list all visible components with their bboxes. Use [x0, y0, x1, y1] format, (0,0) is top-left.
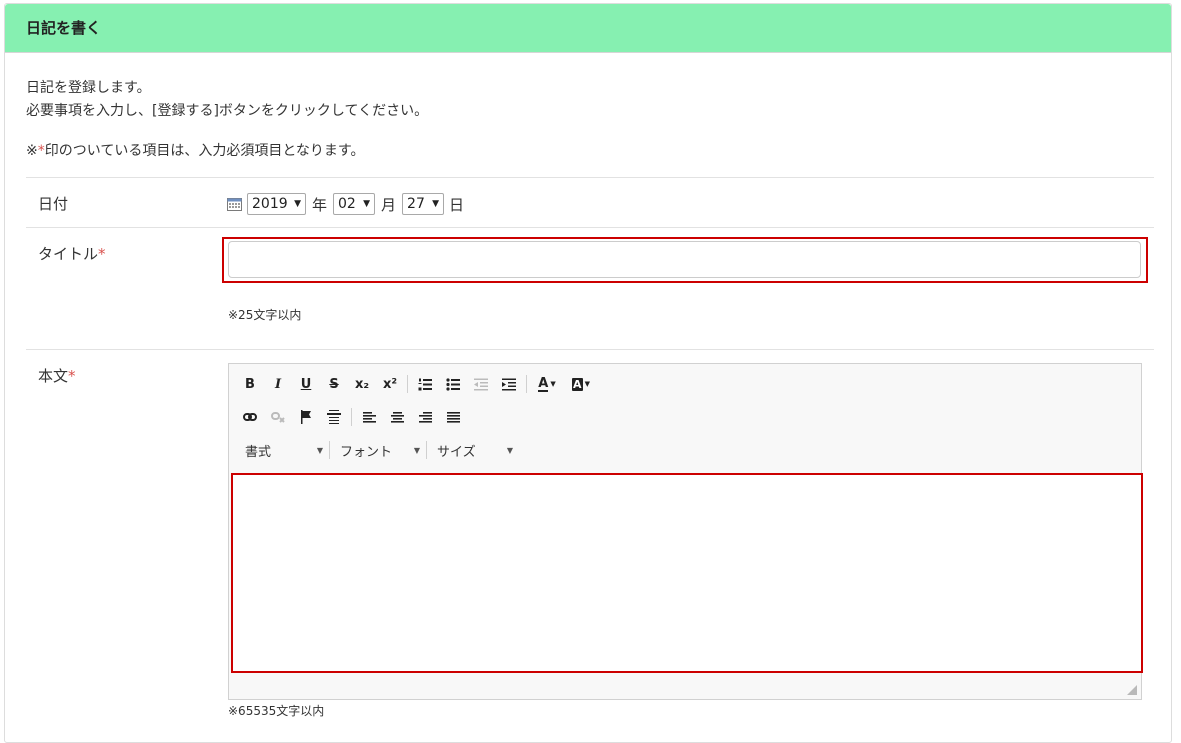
title-label-text: タイトル [38, 245, 99, 263]
year-select[interactable]: 2019 ▼ [247, 193, 306, 215]
chevron-down-icon: ▼ [316, 445, 323, 455]
bulleted-list-icon[interactable] [442, 373, 464, 395]
body-required-mark: * [68, 367, 76, 385]
link-icon[interactable] [239, 406, 261, 428]
font-combo-label: フォント [340, 444, 393, 460]
required-note: ※*印のついている項目は、入力必須項目となります。 [26, 140, 365, 160]
justify-icon[interactable] [442, 406, 464, 428]
italic-button[interactable]: I [267, 373, 289, 395]
background-color-letter: A [572, 377, 583, 391]
note-required-mark: * [37, 143, 45, 159]
month-select[interactable]: 02 ▼ [333, 193, 376, 215]
chevron-down-icon: ▼ [584, 380, 590, 388]
align-left-icon[interactable] [358, 406, 380, 428]
month-unit: 月 [381, 195, 397, 214]
size-combo-label: サイズ [437, 444, 476, 460]
toolbar-separator [426, 441, 427, 459]
outdent-icon[interactable] [470, 373, 492, 395]
numbered-list-icon[interactable] [414, 373, 436, 395]
chevron-down-icon: ▼ [550, 380, 556, 388]
rich-text-editor: B I U S x₂ x² A ▼ A ▼ 書式 ▼ フォント ▼ サイズ ▼ [228, 363, 1143, 700]
size-combo[interactable]: サイズ ▼ [431, 438, 517, 462]
superscript-button[interactable]: x² [379, 373, 401, 395]
strikethrough-button[interactable]: S [323, 373, 345, 395]
title-label: タイトル* [38, 243, 106, 264]
divider-top [26, 177, 1154, 178]
anchor-icon[interactable] [295, 406, 317, 428]
note-prefix: ※ [26, 143, 38, 159]
chevron-down-icon: ▼ [506, 445, 513, 455]
year-value: 2019 [252, 196, 288, 212]
background-color-button[interactable]: A ▼ [567, 373, 595, 395]
intro-line-2: 必要事項を入力し、[登録する]ボタンをクリックしてください。 [26, 103, 429, 119]
body-label: 本文* [38, 365, 76, 386]
toolbar-row-3: 書式 ▼ フォント ▼ サイズ ▼ [239, 438, 517, 462]
divider-date [26, 227, 1154, 228]
date-picker: 2019 ▼ 年 02 ▼ 月 27 ▼ 日 [227, 192, 470, 216]
calendar-icon[interactable] [227, 197, 242, 211]
bold-button[interactable]: B [239, 373, 261, 395]
text-color-letter: A [538, 375, 549, 392]
text-color-button[interactable]: A ▼ [533, 373, 561, 395]
body-label-text: 本文 [38, 367, 69, 385]
note-text: 印のついている項目は、入力必須項目となります。 [44, 143, 365, 159]
body-hint: ※65535文字以内 [228, 704, 325, 718]
title-required-mark: * [98, 245, 106, 263]
format-combo[interactable]: 書式 ▼ [239, 438, 327, 462]
resize-grip-icon[interactable] [1127, 685, 1137, 695]
intro-line-1: 日記を登録します。 [26, 80, 151, 96]
date-label: 日付 [38, 195, 69, 213]
toolbar-separator [351, 408, 352, 426]
day-value: 27 [407, 196, 425, 212]
font-combo[interactable]: フォント ▼ [334, 438, 424, 462]
divider-title [26, 349, 1154, 350]
chevron-down-icon: ▼ [432, 199, 440, 209]
day-select[interactable]: 27 ▼ [402, 193, 445, 215]
year-unit: 年 [312, 195, 328, 214]
panel-title: 日記を書く [5, 4, 1171, 53]
diary-panel: 日記を書く 日記を登録します。 必要事項を入力し、[登録する]ボタンをクリックし… [4, 3, 1172, 743]
body-edit-area[interactable] [231, 473, 1143, 673]
toolbar-row-1: B I U S x₂ x² A ▼ A ▼ [239, 372, 601, 396]
month-value: 02 [338, 196, 356, 212]
toolbar-separator [526, 375, 527, 393]
title-input[interactable] [228, 241, 1141, 278]
day-unit: 日 [449, 195, 465, 214]
horizontal-rule-icon[interactable] [323, 406, 345, 428]
chevron-down-icon: ▼ [363, 199, 371, 209]
format-combo-label: 書式 [245, 444, 272, 460]
chevron-down-icon: ▼ [294, 199, 301, 209]
unlink-icon[interactable] [267, 406, 289, 428]
chevron-down-icon: ▼ [413, 445, 420, 455]
indent-icon[interactable] [498, 373, 520, 395]
toolbar-separator [329, 441, 330, 459]
intro-text: 日記を登録します。 必要事項を入力し、[登録する]ボタンをクリックしてください。 [26, 77, 428, 123]
title-hint: ※25文字以内 [228, 308, 302, 322]
align-center-icon[interactable] [386, 406, 408, 428]
toolbar-separator [407, 375, 408, 393]
align-right-icon[interactable] [414, 406, 436, 428]
subscript-button[interactable]: x₂ [351, 373, 373, 395]
underline-button[interactable]: U [295, 373, 317, 395]
toolbar-row-2 [239, 405, 470, 429]
